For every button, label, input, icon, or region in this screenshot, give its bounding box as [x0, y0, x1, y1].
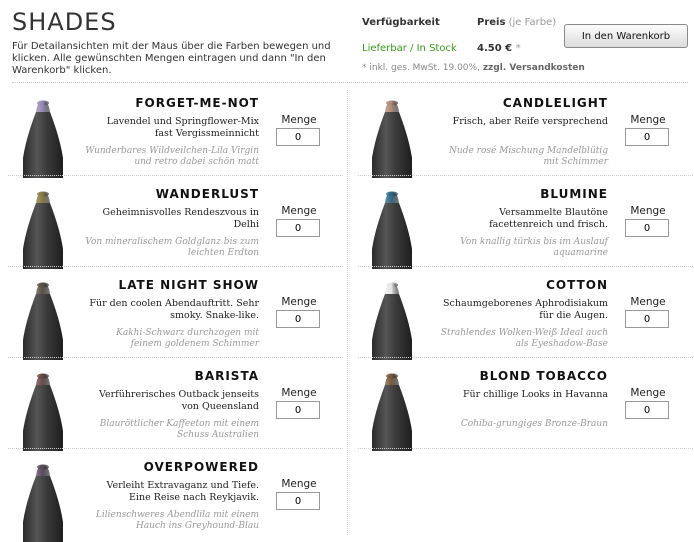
pencil-tip-icon[interactable] — [18, 189, 68, 269]
shade-description: Verleiht Extravaganz und Tiefe. Eine Rei… — [106, 480, 259, 503]
quantity-label: Menge — [281, 114, 317, 126]
pencil-tip-icon[interactable] — [367, 371, 417, 451]
quantity-input[interactable] — [276, 401, 320, 419]
header-divider — [12, 82, 688, 83]
shade-name[interactable]: BARISTA — [195, 369, 259, 383]
add-to-cart-button[interactable]: In den Warenkorb — [564, 24, 688, 48]
column-divider — [347, 90, 348, 535]
intro-text: Für Detailansichten mit der Maus über di… — [12, 41, 331, 76]
row-divider — [358, 357, 693, 358]
shade-item: BLUMINE Versammelte Blautöne facettenrei… — [355, 181, 692, 269]
shade-subtitle: Nude rosé Mischung Mandelblütig mit Schi… — [449, 146, 608, 167]
shade-description: Geheimnisvolles Rendeszvous in Delhi — [102, 207, 259, 230]
shade-description: Versammelte Blautöne facettenreich und f… — [489, 207, 608, 230]
quantity-label: Menge — [281, 205, 317, 217]
shade-subtitle: Wunderbares Wildveilchen-Lila Virgin und… — [85, 146, 259, 167]
pencil-tip-icon[interactable] — [367, 98, 417, 178]
shade-name[interactable]: OVERPOWERED — [144, 460, 259, 474]
availability-header: Verfügbarkeit — [362, 17, 440, 28]
shade-subtitle: Strahlendes Wolken-Weiß Ideal auch als E… — [440, 328, 608, 349]
shade-name[interactable]: CANDLELIGHT — [503, 96, 608, 110]
price-value: 4.50 € * — [477, 43, 521, 54]
tax-note: * inkl. ges. MwSt. 19.00%, zzgl. Versand… — [362, 63, 585, 73]
row-divider — [8, 357, 343, 358]
shade-subtitle: Lilienschweres Abendlila mit einem Hauch… — [95, 510, 259, 531]
shade-item: OVERPOWERED Verleiht Extravaganz und Tie… — [6, 454, 343, 542]
shade-name[interactable]: BLOND TOBACCO — [480, 369, 608, 383]
shade-subtitle: Kakhi-Schwarz durchzogen mit feinem gold… — [116, 328, 259, 349]
price-header: Preis (je Farbe) — [477, 17, 556, 28]
shade-description: Für chillige Looks in Havanna — [462, 389, 608, 400]
pencil-tip-icon[interactable] — [367, 280, 417, 360]
shade-subtitle: Cohiba-grungiges Bronze-Braun — [460, 419, 608, 429]
shade-description: Für den coolen Abendauftritt. Sehr smoky… — [89, 298, 259, 321]
pencil-tip-icon[interactable] — [367, 189, 417, 269]
shade-name[interactable]: WANDERLUST — [156, 187, 259, 201]
pencil-tip-icon[interactable] — [18, 462, 68, 542]
row-divider — [8, 266, 343, 267]
shade-item: COTTON Schaumgeborenes Aphrodisiakum für… — [355, 272, 692, 360]
row-divider — [8, 448, 343, 449]
quantity-input[interactable] — [625, 219, 669, 237]
quantity-input[interactable] — [276, 219, 320, 237]
pencil-tip-icon[interactable] — [18, 280, 68, 360]
row-divider — [358, 448, 693, 449]
shade-description: Schaumgeborenes Aphrodisiakum für die Au… — [443, 298, 608, 321]
shade-subtitle: Von knallig türkis bis im Auslauf aquama… — [460, 237, 608, 258]
quantity-label: Menge — [281, 296, 317, 308]
shipping-costs-link[interactable]: zzgl. Versandkosten — [483, 63, 585, 73]
shade-description: Frisch, aber Reife versprechend — [452, 116, 608, 127]
quantity-input[interactable] — [625, 128, 669, 146]
shade-name[interactable]: BLUMINE — [540, 187, 608, 201]
pencil-tip-icon[interactable] — [18, 98, 68, 178]
tax-note-text: * inkl. ges. MwSt. 19.00%, — [362, 63, 480, 73]
pencil-tip-icon[interactable] — [18, 371, 68, 451]
price-header-label: Preis — [477, 17, 506, 28]
stock-status: Lieferbar / In Stock — [362, 43, 457, 54]
quantity-input[interactable] — [625, 401, 669, 419]
shade-name[interactable]: FORGET-ME-NOT — [135, 96, 259, 110]
row-divider — [358, 175, 693, 176]
quantity-label: Menge — [630, 296, 666, 308]
shade-name[interactable]: COTTON — [546, 278, 608, 292]
shade-item: LATE NIGHT SHOW Für den coolen Abendauft… — [6, 272, 343, 360]
shade-item: WANDERLUST Geheimnisvolles Rendeszvous i… — [6, 181, 343, 269]
row-divider — [358, 266, 693, 267]
shade-description: Lavendel und Springflower-Mix fast Vergi… — [106, 116, 259, 139]
quantity-input[interactable] — [276, 310, 320, 328]
shade-subtitle: Blauröttlicher Kaffeeton mit einem Schus… — [99, 419, 259, 440]
shade-item: BARISTA Verführerisches Outback jenseits… — [6, 363, 343, 451]
shade-item: FORGET-ME-NOT Lavendel und Springflower-… — [6, 90, 343, 178]
quantity-input[interactable] — [276, 128, 320, 146]
shade-description: Verführerisches Outback jenseits von Que… — [99, 389, 259, 412]
shade-name[interactable]: LATE NIGHT SHOW — [119, 278, 259, 292]
quantity-label: Menge — [281, 387, 317, 399]
price-footnote-star: * — [515, 43, 521, 54]
price-amount: 4.50 € — [477, 43, 513, 54]
quantity-label: Menge — [630, 387, 666, 399]
quantity-label: Menge — [630, 205, 666, 217]
shade-item: BLOND TOBACCO Für chillige Looks in Hava… — [355, 363, 692, 451]
quantity-label: Menge — [630, 114, 666, 126]
row-divider — [8, 175, 343, 176]
page-title: SHADES — [12, 8, 117, 36]
quantity-label: Menge — [281, 478, 317, 490]
quantity-input[interactable] — [625, 310, 669, 328]
shade-subtitle: Von mineralischem Goldglanz bis zum leic… — [85, 237, 259, 258]
price-header-sub: (je Farbe) — [508, 17, 557, 28]
quantity-input[interactable] — [276, 492, 320, 510]
shade-item: CANDLELIGHT Frisch, aber Reife versprech… — [355, 90, 692, 178]
